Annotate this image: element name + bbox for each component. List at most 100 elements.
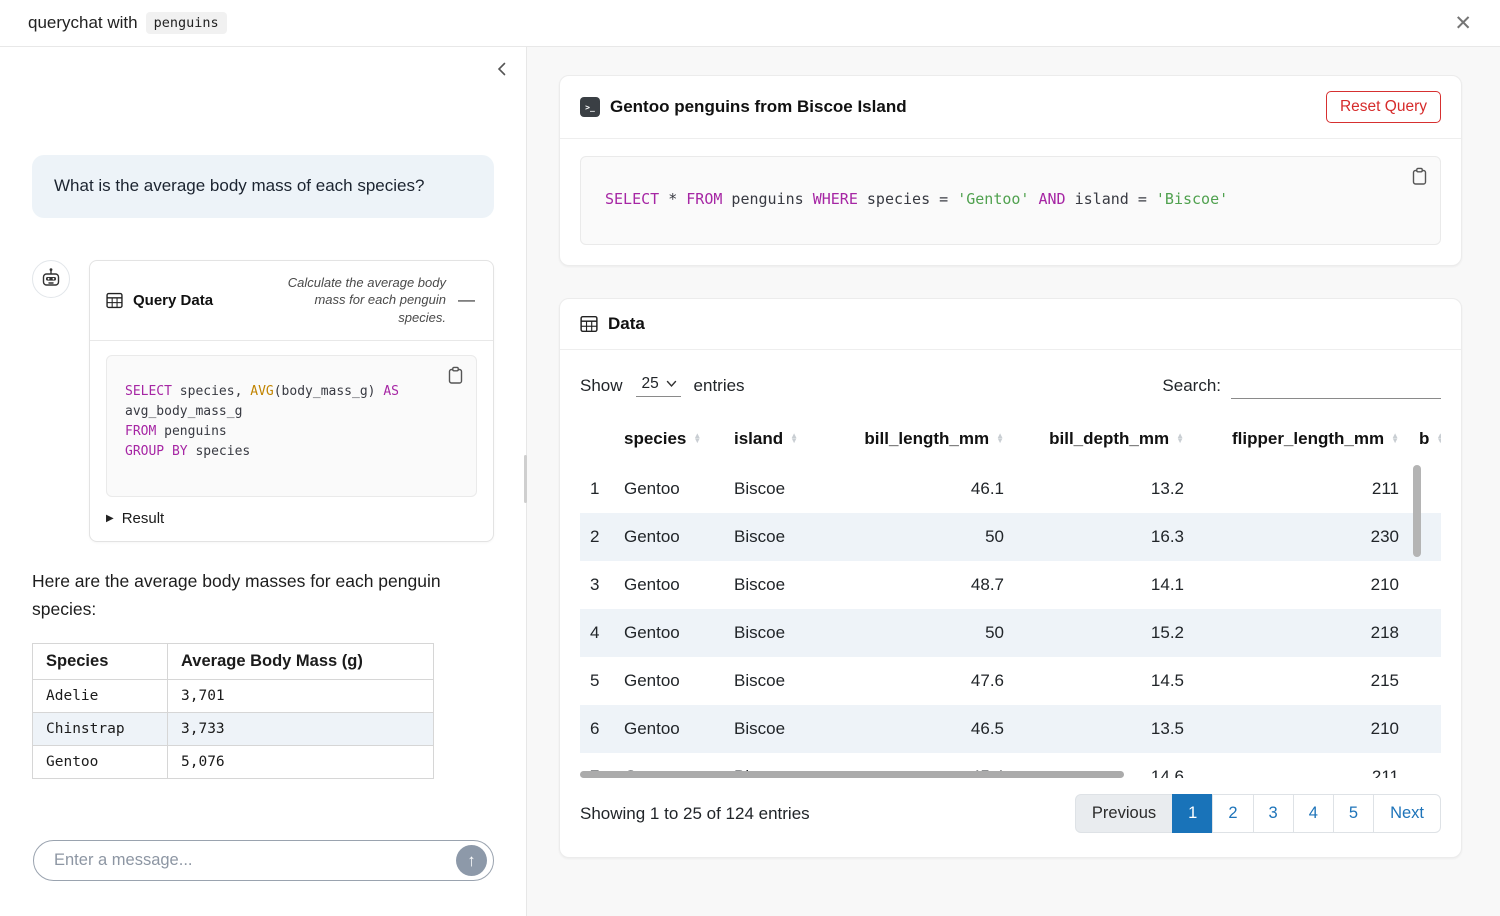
page-length-control: Show 25 entries [580,375,745,397]
app-body: What is the average body mass of each sp… [0,47,1500,916]
table-cell: 15.2 [1014,609,1194,657]
result-label: Result [122,510,165,527]
table-cell: 230 [1194,513,1409,561]
column-header-bill_depth_mm[interactable]: bill_depth_mm▲▼ [1014,423,1194,465]
table-cell: 50 [844,513,1014,561]
app-header: querychat with penguins ✕ [0,0,1500,47]
column-header-b[interactable]: b▲▼ [1409,423,1441,465]
summary-table-header-row: SpeciesAverage Body Mass (g) [33,644,434,680]
main-sql-code: SELECT * FROM penguins WHERE species = '… [605,190,1416,208]
table-cell: Biscoe [724,513,844,561]
data-table-viewport: species▲▼island▲▼bill_length_mm▲▼bill_de… [580,423,1441,778]
table-cell: Gentoo [614,561,724,609]
column-header-flipper_length_mm[interactable]: flipper_length_mm▲▼ [1194,423,1409,465]
sidebar-collapse-icon[interactable] [494,61,510,77]
panel-resize-handle[interactable] [524,455,527,503]
column-header-island[interactable]: island▲▼ [724,423,844,465]
table-cell: Gentoo [614,705,724,753]
result-details-toggle[interactable]: ▶ Result [106,510,477,527]
data-card-body: Show 25 entries Search: [560,350,1461,857]
table-cell: 215 [1194,657,1409,705]
datatable-controls: Show 25 entries Search: [580,367,1441,399]
pagination: Previous12345Next [1075,794,1441,833]
chat-message-input[interactable] [54,851,456,870]
dataset-chip: penguins [146,12,227,34]
table-row: 1GentooBiscoe46.113.2211 [580,465,1441,513]
table-cell: Gentoo [614,609,724,657]
table-cell: 4 [580,609,614,657]
copy-icon[interactable] [1411,167,1428,186]
terminal-icon: >_ [580,97,600,117]
up-arrow-icon: ↑ [467,851,476,871]
table-cell [1409,705,1441,753]
summary-cell: Chinstrap [33,713,168,746]
chevron-left-icon [494,61,510,77]
reset-query-button[interactable]: Reset Query [1326,91,1441,123]
table-cell: 1 [580,465,614,513]
avatar [32,260,70,298]
table-cell: Biscoe [724,609,844,657]
entries-label: entries [694,376,745,396]
search-input[interactable] [1231,373,1441,399]
table-cell: 218 [1194,609,1409,657]
table-icon [106,292,123,309]
horizontal-scrollbar[interactable] [580,771,1124,778]
chat-sql-code: SELECT species, AVG(body_mass_g) AS avg_… [125,382,458,462]
assistant-answer-text: Here are the average body masses for eac… [32,567,442,625]
main-panel: >_ Gentoo penguins from Biscoe Island Re… [527,47,1500,916]
table-row: 3GentooBiscoe48.714.1210 [580,561,1441,609]
tool-card-subtitle: Calculate the average body mass for each… [268,274,446,327]
copy-icon[interactable] [447,366,464,385]
chat-sidebar: What is the average body mass of each sp… [0,47,527,916]
search-label: Search: [1162,376,1221,396]
column-header-species[interactable]: species▲▼ [614,423,724,465]
table-cell: Gentoo [614,657,724,705]
search-control: Search: [1162,373,1441,399]
table-cell: 46.1 [844,465,1014,513]
pagination-page-4[interactable]: 4 [1293,794,1334,833]
table-cell: Biscoe [724,561,844,609]
table-row: 5GentooBiscoe47.614.5215 [580,657,1441,705]
table-row: 2GentooBiscoe5016.3230 [580,513,1441,561]
summary-table-row: Adelie3,701 [33,680,434,713]
table-cell: Biscoe [724,657,844,705]
sort-icon: ▲▼ [1176,434,1184,444]
details-marker-icon: ▶ [106,513,114,524]
table-cell [1409,609,1441,657]
close-icon[interactable]: ✕ [1454,13,1472,34]
assistant-message: Query Data Calculate the average body ma… [32,260,494,542]
summary-cell: Gentoo [33,746,168,779]
column-header-bill_length_mm[interactable]: bill_length_mm▲▼ [844,423,1014,465]
user-message: What is the average body mass of each sp… [32,155,494,218]
table-row: 4GentooBiscoe5015.2218 [580,609,1441,657]
main-sql-block: SELECT * FROM penguins WHERE species = '… [580,156,1441,245]
pagination-page-3[interactable]: 3 [1253,794,1294,833]
table-cell: 211 [1194,753,1409,778]
table-icon [580,315,598,333]
pagination-previous[interactable]: Previous [1075,794,1173,833]
page-size-select-wrap: 25 [636,375,681,397]
summary-table-row: Gentoo5,076 [33,746,434,779]
data-card-header: Data [560,299,1461,350]
pagination-page-1[interactable]: 1 [1172,794,1213,833]
table-cell: 210 [1194,561,1409,609]
table-cell: 3 [580,561,614,609]
table-cell: Biscoe [724,465,844,513]
sort-icon: ▲▼ [996,434,1004,444]
species-summary-table: SpeciesAverage Body Mass (g) Adelie3,701… [32,643,434,779]
query-data-card-body: SELECT species, AVG(body_mass_g) AS avg_… [90,341,493,541]
page-size-select[interactable]: 25 [640,375,666,392]
vertical-scrollbar[interactable] [1413,465,1421,557]
chat-input-bar: ↑ [33,840,494,881]
sort-icon: ▲▼ [790,434,798,444]
pagination-page-5[interactable]: 5 [1333,794,1374,833]
summary-cell: 3,733 [168,713,434,746]
pagination-page-2[interactable]: 2 [1212,794,1253,833]
pagination-next[interactable]: Next [1373,794,1441,833]
table-cell: 6 [580,705,614,753]
summary-cell: 5,076 [168,746,434,779]
collapse-card-icon[interactable]: — [456,290,477,310]
send-button[interactable]: ↑ [456,845,487,876]
entries-info: Showing 1 to 25 of 124 entries [580,804,810,824]
table-cell: 48.7 [844,561,1014,609]
